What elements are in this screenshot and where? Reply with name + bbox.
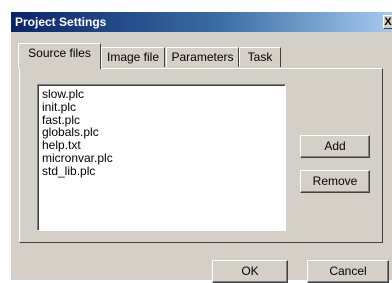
tab-image-file[interactable]: Image file <box>101 47 165 67</box>
list-item[interactable]: slow.plc <box>41 88 285 101</box>
tab-parameters[interactable]: Parameters <box>166 47 239 67</box>
list-item[interactable]: std_lib.plc <box>41 164 285 178</box>
title-bar[interactable]: Project Settings X <box>11 12 392 32</box>
cancel-button[interactable]: Cancel <box>307 260 389 283</box>
source-files-panel: slow.plc init.plc fast.plc globals.plc h… <box>19 68 383 243</box>
add-button[interactable]: Add <box>300 135 370 158</box>
source-files-listbox[interactable]: slow.plc init.plc fast.plc globals.plc h… <box>37 84 286 231</box>
ok-button[interactable]: OK <box>212 260 288 283</box>
tab-task[interactable]: Task <box>239 47 281 67</box>
list-item[interactable]: init.plc <box>41 100 285 114</box>
window-title: Project Settings <box>15 15 107 29</box>
remove-button[interactable]: Remove <box>300 170 370 193</box>
project-settings-dialog: Project Settings X Source files Image fi… <box>10 11 392 283</box>
close-button[interactable]: X <box>383 15 392 29</box>
list-item[interactable]: micronvar.plc <box>41 152 285 165</box>
tab-source-files[interactable]: Source files <box>18 43 101 69</box>
